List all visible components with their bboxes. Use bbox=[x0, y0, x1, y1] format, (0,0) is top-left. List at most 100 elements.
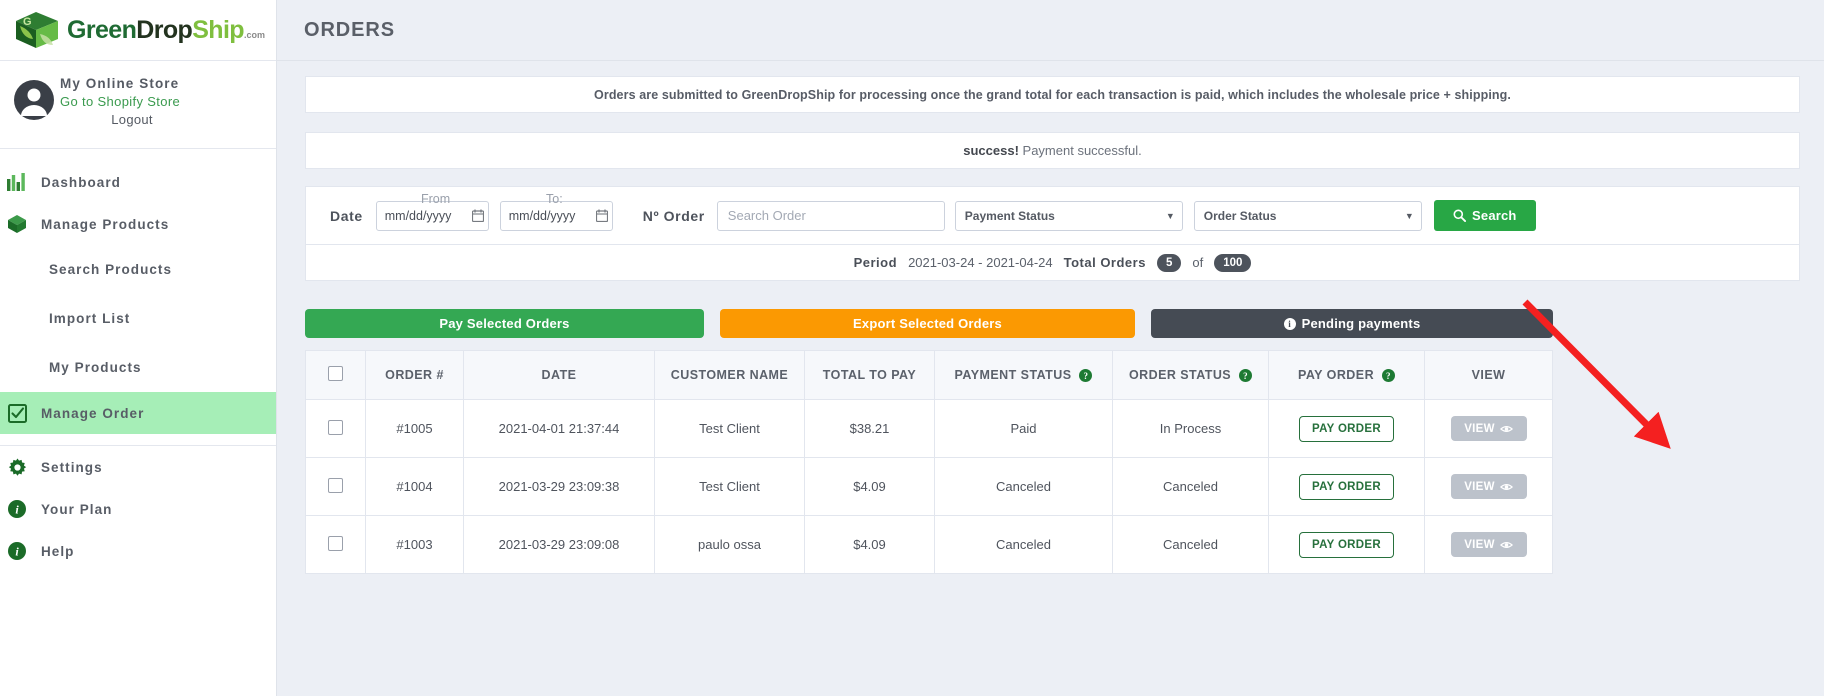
sidebar-item-label: Manage Order bbox=[41, 405, 145, 421]
col-view: VIEW bbox=[1424, 350, 1553, 400]
from-label: From bbox=[421, 192, 451, 206]
cell-order-status: Canceled bbox=[1112, 457, 1269, 516]
cell-order-status: In Process bbox=[1112, 399, 1269, 458]
total-orders-label: Total Orders bbox=[1063, 255, 1146, 270]
orders-table: ORDER # DATE CUSTOMER NAME TOTAL TO PAY … bbox=[305, 350, 1553, 574]
sidebar-item-your-plan[interactable]: i Your Plan bbox=[0, 488, 276, 530]
order-status-select[interactable]: Order Status ▼ bbox=[1193, 200, 1422, 231]
brand-logo[interactable]: G GreenDropShip.com bbox=[0, 0, 276, 61]
filter-bar: From To: Date mm/dd/yyyy mm/dd/yyyy Nº O… bbox=[305, 186, 1800, 244]
cell-total-to-pay: $4.09 bbox=[804, 457, 935, 516]
pay-order-button[interactable]: PAY ORDER bbox=[1299, 415, 1394, 442]
cell-view: VIEW bbox=[1424, 515, 1553, 574]
date-label: Date bbox=[330, 207, 363, 224]
sidebar-item-manage-order[interactable]: Manage Order bbox=[0, 392, 276, 434]
view-button[interactable]: VIEW bbox=[1450, 474, 1527, 499]
logout-link[interactable]: Logout bbox=[60, 112, 180, 127]
search-button[interactable]: Search bbox=[1433, 200, 1536, 231]
question-mark-icon[interactable]: ? bbox=[1382, 369, 1395, 383]
calendar-icon[interactable] bbox=[471, 209, 484, 222]
pending-payments-label: Pending payments bbox=[1301, 316, 1421, 331]
col-select-all bbox=[305, 350, 366, 400]
row-checkbox[interactable] bbox=[328, 477, 343, 493]
pending-payments-button[interactable]: i Pending payments bbox=[1151, 309, 1553, 338]
row-select-cell bbox=[305, 399, 366, 458]
info-alert: Orders are submitted to GreenDropShip fo… bbox=[305, 76, 1800, 113]
total-orders-shown: 5 bbox=[1156, 253, 1182, 272]
sidebar-item-my-products[interactable]: My Products bbox=[0, 343, 276, 392]
sidebar-item-label: Search Products bbox=[49, 262, 173, 277]
row-select-cell bbox=[305, 515, 366, 574]
sidebar-item-label: Help bbox=[41, 543, 75, 559]
sidebar-item-import-list[interactable]: Import List bbox=[0, 294, 276, 343]
sidebar-item-search-products[interactable]: Search Products bbox=[0, 245, 276, 294]
payment-status-select[interactable]: Payment Status ▼ bbox=[954, 200, 1183, 231]
main-content: ORDERS Orders are submitted to GreenDrop… bbox=[277, 0, 1824, 696]
col-order-number: ORDER # bbox=[365, 350, 464, 400]
export-selected-orders-button[interactable]: Export Selected Orders bbox=[720, 309, 1135, 338]
cell-customer-name: paulo ossa bbox=[654, 515, 805, 574]
sidebar-item-dashboard[interactable]: Dashboard bbox=[0, 161, 276, 203]
question-mark-icon[interactable]: ? bbox=[1239, 369, 1253, 383]
col-pay-order: PAY ORDER ? bbox=[1268, 350, 1425, 400]
checkbox-check-icon bbox=[6, 402, 28, 424]
cell-total-to-pay: $38.21 bbox=[804, 399, 935, 458]
page-header: ORDERS bbox=[277, 0, 1824, 61]
select-all-checkbox[interactable] bbox=[328, 366, 343, 381]
view-button-label: VIEW bbox=[1464, 422, 1495, 435]
calendar-icon[interactable] bbox=[595, 209, 608, 222]
search-button-label: Search bbox=[1472, 208, 1517, 223]
col-order-status: ORDER STATUS ? bbox=[1112, 350, 1269, 400]
col-pay-order-label: PAY ORDER bbox=[1297, 367, 1375, 382]
cell-order-number: #1003 bbox=[365, 515, 464, 574]
table-row: #1003 2021-03-29 23:09:08 paulo ossa $4.… bbox=[305, 515, 1553, 574]
go-to-shopify-store-link[interactable]: Go to Shopify Store bbox=[60, 94, 180, 109]
app-root: G GreenDropShip.com My Online Store Go t… bbox=[0, 0, 1824, 696]
view-button[interactable]: VIEW bbox=[1450, 416, 1527, 441]
sidebar-item-manage-products[interactable]: Manage Products bbox=[0, 203, 276, 245]
row-checkbox[interactable] bbox=[328, 419, 343, 435]
col-date: DATE bbox=[463, 350, 655, 400]
cell-customer-name: Test Client bbox=[654, 399, 805, 458]
sidebar: G GreenDropShip.com My Online Store Go t… bbox=[0, 0, 277, 696]
row-select-cell bbox=[305, 457, 366, 516]
sidebar-item-help[interactable]: i Help bbox=[0, 530, 276, 572]
pay-order-button[interactable]: PAY ORDER bbox=[1299, 473, 1394, 500]
brand-name: GreenDropShip.com bbox=[67, 16, 265, 45]
gear-icon bbox=[6, 456, 28, 478]
brand-part-ship: Ship bbox=[192, 15, 244, 44]
row-checkbox[interactable] bbox=[328, 535, 343, 551]
cell-view: VIEW bbox=[1424, 399, 1553, 458]
eye-icon bbox=[1499, 483, 1513, 490]
user-avatar-icon bbox=[14, 80, 54, 120]
brand-part-green: Green bbox=[67, 15, 137, 44]
bar-chart-icon bbox=[6, 171, 28, 193]
page-title: ORDERS bbox=[304, 18, 395, 41]
info-alert-text: Orders are submitted to GreenDropShip fo… bbox=[594, 87, 1511, 102]
store-name: My Online Store bbox=[60, 76, 180, 91]
chevron-down-icon: ▼ bbox=[1165, 210, 1175, 221]
col-order-status-label: ORDER STATUS bbox=[1128, 367, 1232, 382]
success-message: Payment successful. bbox=[1022, 143, 1142, 158]
date-to-value: mm/dd/yyyy bbox=[508, 208, 576, 223]
cell-total-to-pay: $4.09 bbox=[804, 515, 935, 574]
sidebar-item-settings[interactable]: Settings bbox=[0, 446, 276, 488]
view-button[interactable]: VIEW bbox=[1450, 532, 1527, 557]
question-mark-icon[interactable]: ? bbox=[1079, 369, 1093, 383]
pay-selected-orders-button[interactable]: Pay Selected Orders bbox=[305, 309, 704, 338]
cell-order-status: Canceled bbox=[1112, 515, 1269, 574]
pay-order-button[interactable]: PAY ORDER bbox=[1299, 531, 1394, 558]
cell-pay-order: PAY ORDER bbox=[1268, 457, 1425, 516]
cell-date: 2021-04-01 21:37:44 bbox=[463, 399, 655, 458]
green-box-leaf-logo: G bbox=[16, 12, 58, 48]
search-order-input[interactable]: Search Order bbox=[716, 200, 945, 231]
cell-customer-name: Test Client bbox=[654, 457, 805, 516]
sidebar-item-label: Dashboard bbox=[41, 174, 121, 190]
view-button-label: VIEW bbox=[1464, 538, 1495, 551]
info-circle-icon: i bbox=[6, 540, 28, 562]
of-label: of bbox=[1192, 255, 1204, 270]
eye-icon bbox=[1499, 541, 1513, 548]
period-label: Period bbox=[853, 255, 898, 270]
order-number-label: Nº Order bbox=[642, 207, 705, 224]
cell-payment-status: Canceled bbox=[934, 457, 1113, 516]
